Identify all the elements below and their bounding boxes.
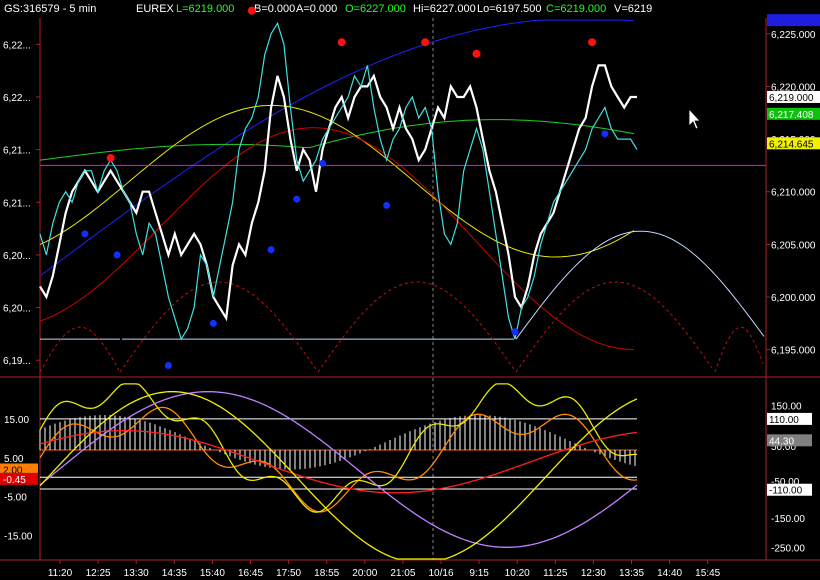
price-tick-label-left: 6,22... bbox=[3, 93, 31, 104]
osc-value-badge-text: 44.30 bbox=[769, 436, 794, 447]
price-tick-label-left: 6,22... bbox=[3, 40, 31, 51]
blue-dot-marker bbox=[383, 201, 391, 209]
blue-dot-marker bbox=[209, 319, 217, 327]
price-tick-label-left: 6,19... bbox=[3, 356, 31, 367]
x-tick-label: 13:35 bbox=[619, 568, 644, 579]
header-exchange: EUREX bbox=[136, 3, 175, 15]
price-tick-label-right: 6,195.000 bbox=[771, 346, 816, 357]
price-value-badge-text: 6,219.000 bbox=[769, 93, 814, 104]
price-tick-label-left: 6,20... bbox=[3, 304, 31, 315]
red-dot-marker bbox=[421, 38, 430, 47]
header-open: O=6227.000 bbox=[345, 3, 406, 15]
x-tick-label: 12:30 bbox=[581, 568, 606, 579]
red-dot-marker bbox=[472, 49, 481, 58]
header-volume: V=6219 bbox=[614, 3, 652, 15]
header-last: L=6219.000 bbox=[176, 3, 234, 15]
x-tick-label: 18:55 bbox=[314, 568, 339, 579]
x-tick-label: 15:45 bbox=[695, 568, 720, 579]
header-high: Hi=6227.000 bbox=[413, 3, 476, 15]
red-dot-marker bbox=[247, 6, 256, 15]
price-tick-label-right: 6,205.000 bbox=[771, 240, 816, 251]
blue-dot-marker bbox=[267, 246, 275, 254]
blue-dot-marker bbox=[318, 159, 326, 167]
x-tick-label: 11:20 bbox=[48, 568, 73, 579]
blue-dot-marker bbox=[113, 251, 121, 259]
osc-tick-label-left: -5.00 bbox=[4, 493, 27, 504]
x-tick-label: 13:30 bbox=[124, 568, 149, 579]
price-tick-label-left: 6,21... bbox=[3, 198, 31, 209]
header-close: C=6219.000 bbox=[546, 3, 606, 15]
price-value-badge-text: 6,226.250 bbox=[769, 16, 814, 27]
price-tick-label-right: 6,225.000 bbox=[771, 30, 816, 41]
osc-tick-label-right: -250.00 bbox=[771, 543, 805, 554]
blue-dot-marker bbox=[511, 328, 519, 336]
price-tick-label-left: 6,21... bbox=[3, 146, 31, 157]
x-tick-label: 14:35 bbox=[162, 568, 187, 579]
chart-svg: GS:316579 - 5 min EUREX L=6219.000 B=0.0… bbox=[0, 0, 820, 580]
red-dot-marker bbox=[337, 38, 346, 47]
osc-value-badge-text: -110.00 bbox=[769, 486, 803, 497]
red-dot-marker bbox=[588, 38, 597, 47]
chart-root: GS:316579 - 5 min EUREX L=6219.000 B=0.0… bbox=[0, 0, 820, 580]
osc-tick-label-right: 150.00 bbox=[771, 401, 802, 412]
blue-dot-marker bbox=[293, 195, 301, 203]
x-tick-label: 16:45 bbox=[238, 568, 263, 579]
x-tick-label: 10:20 bbox=[505, 568, 530, 579]
blue-dot-marker bbox=[81, 230, 89, 238]
x-tick-label: 15:40 bbox=[200, 568, 225, 579]
price-tick-label-right: 6,200.000 bbox=[771, 293, 816, 304]
price-tick-label-left: 6,20... bbox=[3, 251, 31, 262]
price-value-badge-text: 6,217.408 bbox=[769, 110, 814, 121]
x-tick-label: 20:00 bbox=[352, 568, 377, 579]
price-tick-label-right: 6,210.000 bbox=[771, 188, 816, 199]
osc-left-badge-text: -0.45 bbox=[3, 475, 26, 486]
osc-tick-label-right: -150.00 bbox=[771, 514, 805, 525]
osc-tick-label-left: -15.00 bbox=[4, 532, 33, 543]
header-bid: B=0.000 bbox=[254, 3, 295, 15]
osc-tick-label-left: 5.00 bbox=[4, 454, 24, 465]
blue-dot-marker bbox=[601, 130, 609, 138]
x-tick-label: 12:25 bbox=[86, 568, 111, 579]
x-tick-label: 17:50 bbox=[276, 568, 301, 579]
red-dot-marker bbox=[106, 154, 115, 163]
osc-tick-label-left: 15.00 bbox=[4, 415, 29, 426]
blue-dot-marker bbox=[164, 361, 172, 369]
header-low: Lo=6197.500 bbox=[477, 3, 542, 15]
header-symbol: GS:316579 - 5 min bbox=[4, 3, 96, 15]
header-ask: A=0.000 bbox=[296, 3, 337, 15]
x-tick-label: 10/16 bbox=[428, 568, 453, 579]
x-tick-label: 9:15 bbox=[469, 568, 489, 579]
osc-value-badge-text: 110.00 bbox=[769, 415, 799, 426]
x-tick-label: 14:40 bbox=[657, 568, 682, 579]
price-value-badge-text: 6,214.645 bbox=[769, 139, 814, 150]
x-tick-label: 11:25 bbox=[543, 568, 568, 579]
x-tick-label: 21:05 bbox=[390, 568, 415, 579]
